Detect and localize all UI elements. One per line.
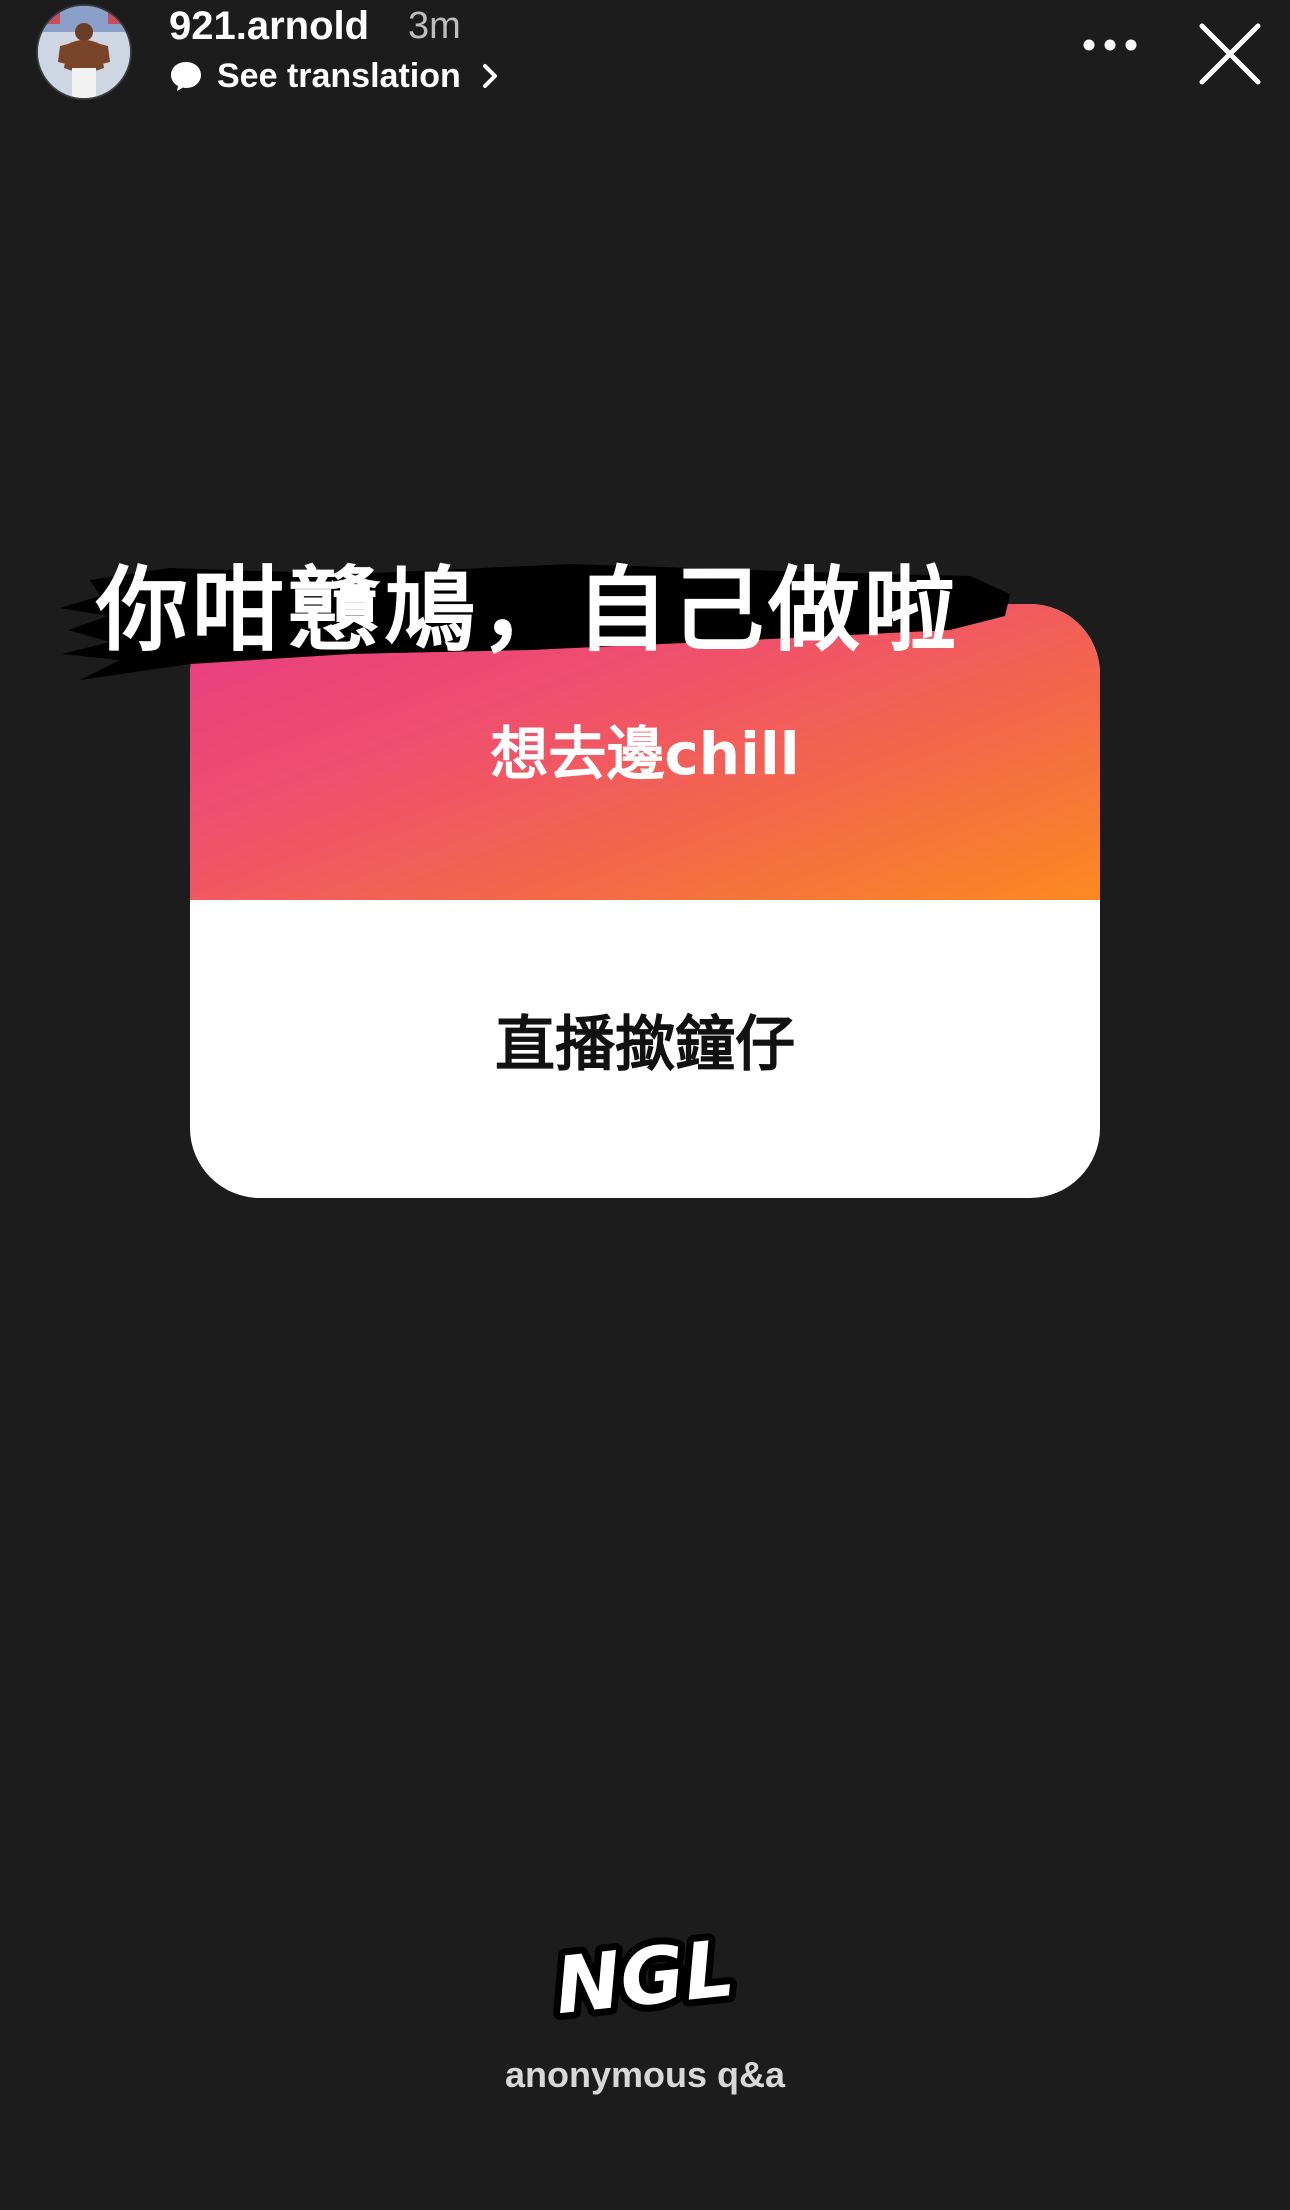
see-translation-button[interactable]: See translation [169,52,501,100]
more-horizontal-icon [1083,39,1137,51]
card-prompt: 想去邊chill [490,720,800,788]
post-time: 3m [408,5,461,47]
translate-bubble-icon [171,62,201,91]
caption-text: 你咁戇鳩，自己做啦 [96,557,961,664]
close-icon [1199,23,1261,85]
username[interactable]: 921.arnold [169,0,369,52]
ngl-logo[interactable]: NGL NGL [540,1917,750,2039]
more-options-button[interactable] [1080,30,1140,60]
close-button[interactable] [1196,20,1264,88]
card-answer: 直播撳鐘仔 [495,1010,795,1080]
ngl-logo-text: NGL [551,1924,738,2030]
ngl-logo-mark: NGL NGL [544,1917,745,2039]
story-caption: 你咁戇鳩，自己做啦 [50,550,1030,700]
chevron-right-icon [482,64,497,88]
story-header: 921.arnold 3m See translation [0,0,1290,130]
profile-photo-icon [38,6,130,98]
see-translation-label: See translation [217,56,461,95]
avatar[interactable] [36,4,132,100]
ngl-tagline: anonymous q&a [504,2054,786,2095]
